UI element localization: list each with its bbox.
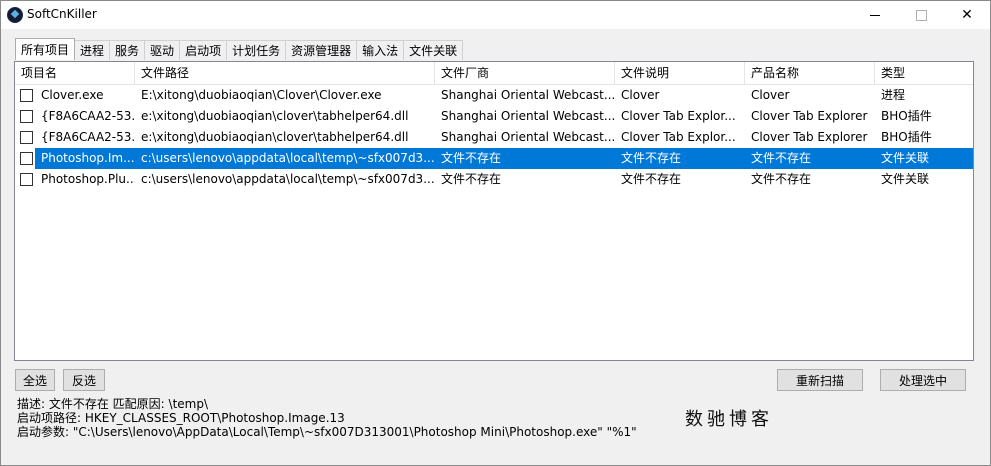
column-header-path[interactable]: 文件路径	[135, 62, 435, 84]
cell-vendor: Shanghai Oriental Webcast...	[441, 109, 615, 123]
category-tabs: 所有项目 进程 服务 驱动 启动项 计划任务 资源管理器 输入法 文件关联	[15, 38, 464, 61]
cell-description: 文件不存在	[621, 151, 682, 165]
tab-all-items[interactable]: 所有项目	[15, 38, 76, 60]
invert-selection-button[interactable]: 反选	[63, 369, 105, 391]
cell-name: Photoshop.Im...	[41, 151, 135, 165]
tab-services[interactable]: 服务	[109, 40, 146, 60]
row-checkbox[interactable]	[20, 152, 33, 165]
cell-vendor: Shanghai Oriental Webcast...	[441, 88, 615, 102]
column-header-description[interactable]: 文件说明	[615, 62, 745, 84]
cell-name: {F8A6CAA2-53...	[41, 109, 135, 123]
minimize-icon	[870, 14, 880, 16]
cell-path: e:\xitong\duobiaoqian\clover\tabhelper64…	[141, 109, 409, 123]
cell-product: 文件不存在	[751, 172, 812, 186]
title-bar[interactable]: SoftCnKiller ✕	[1, 1, 990, 29]
cell-path: c:\users\lenovo\appdata\local\temp\~sfx0…	[141, 151, 435, 165]
cell-description: Clover Tab Explor...	[621, 109, 736, 123]
minimize-button[interactable]	[852, 1, 898, 29]
table-row[interactable]: Photoshop.Plu... c:\users\lenovo\appdata…	[15, 169, 973, 190]
detail-startup-args: 启动参数: "C:\Users\lenovo\AppData\Local\Tem…	[17, 425, 637, 439]
cell-product: Clover Tab Explorer	[751, 109, 868, 123]
table-row[interactable]: Clover.exe E:\xitong\duobiaoqian\Clover\…	[15, 85, 973, 106]
app-window: SoftCnKiller ✕ 所有项目 进程 服务 驱动 启动项 计划任务 资源…	[0, 0, 991, 466]
cell-type: BHO插件	[881, 130, 932, 144]
cell-type: 文件关联	[881, 151, 930, 165]
tab-drivers[interactable]: 驱动	[144, 40, 181, 60]
cell-product: 文件不存在	[751, 151, 812, 165]
cell-name: {F8A6CAA2-53...	[41, 130, 135, 144]
cell-product: Clover Tab Explorer	[751, 130, 868, 144]
close-icon: ✕	[961, 7, 973, 23]
cell-type: 进程	[881, 88, 906, 102]
cell-path: c:\users\lenovo\appdata\local\temp\~sfx0…	[141, 172, 435, 186]
table-row-selected[interactable]: Photoshop.Im... c:\users\lenovo\appdata\…	[15, 148, 973, 169]
cell-type: BHO插件	[881, 109, 932, 123]
cell-type: 文件关联	[881, 172, 930, 186]
cell-description: 文件不存在	[621, 172, 682, 186]
maximize-button[interactable]	[898, 1, 944, 29]
column-header-product[interactable]: 产品名称	[745, 62, 875, 84]
tab-startup[interactable]: 启动项	[179, 40, 228, 60]
tab-processes[interactable]: 进程	[74, 40, 111, 60]
tab-input-method[interactable]: 输入法	[356, 40, 405, 60]
close-button[interactable]: ✕	[944, 1, 990, 29]
cell-description: Clover Tab Explor...	[621, 130, 736, 144]
table-row[interactable]: {F8A6CAA2-53... e:\xitong\duobiaoqian\cl…	[15, 127, 973, 148]
items-list[interactable]: 项目名 文件路径 文件厂商 文件说明 产品名称 类型 Clover.exe E:…	[14, 61, 974, 361]
cell-name: Clover.exe	[41, 88, 104, 102]
window-title: SoftCnKiller	[27, 7, 97, 21]
app-logo-icon	[7, 7, 23, 23]
cell-path: e:\xitong\duobiaoqian\clover\tabhelper64…	[141, 130, 409, 144]
cell-vendor: Shanghai Oriental Webcast...	[441, 130, 615, 144]
cell-vendor: 文件不存在	[441, 151, 502, 165]
row-checkbox[interactable]	[20, 131, 33, 144]
cell-name: Photoshop.Plu...	[41, 172, 135, 186]
select-all-button[interactable]: 全选	[15, 369, 55, 391]
tab-explorer[interactable]: 资源管理器	[285, 40, 358, 60]
cell-path: E:\xitong\duobiaoqian\Clover\Clover.exe	[141, 88, 382, 102]
rescan-button[interactable]: 重新扫描	[777, 369, 863, 391]
column-header-vendor[interactable]: 文件厂商	[435, 62, 615, 84]
process-selected-button[interactable]: 处理选中	[880, 369, 966, 391]
row-checkbox[interactable]	[20, 110, 33, 123]
watermark-text: 数驰博客	[685, 409, 773, 430]
cell-product: Clover	[751, 88, 790, 102]
tab-scheduled-tasks[interactable]: 计划任务	[226, 40, 287, 60]
row-checkbox[interactable]	[20, 89, 33, 102]
table-row[interactable]: {F8A6CAA2-53... e:\xitong\duobiaoqian\cl…	[15, 106, 973, 127]
list-header: 项目名 文件路径 文件厂商 文件说明 产品名称 类型	[15, 62, 973, 85]
row-checkbox[interactable]	[20, 173, 33, 186]
column-header-type[interactable]: 类型	[875, 62, 973, 84]
cell-vendor: 文件不存在	[441, 172, 502, 186]
cell-description: Clover	[621, 88, 660, 102]
maximize-icon	[915, 9, 927, 21]
column-header-name[interactable]: 项目名	[15, 62, 135, 84]
tab-file-association[interactable]: 文件关联	[403, 40, 464, 60]
